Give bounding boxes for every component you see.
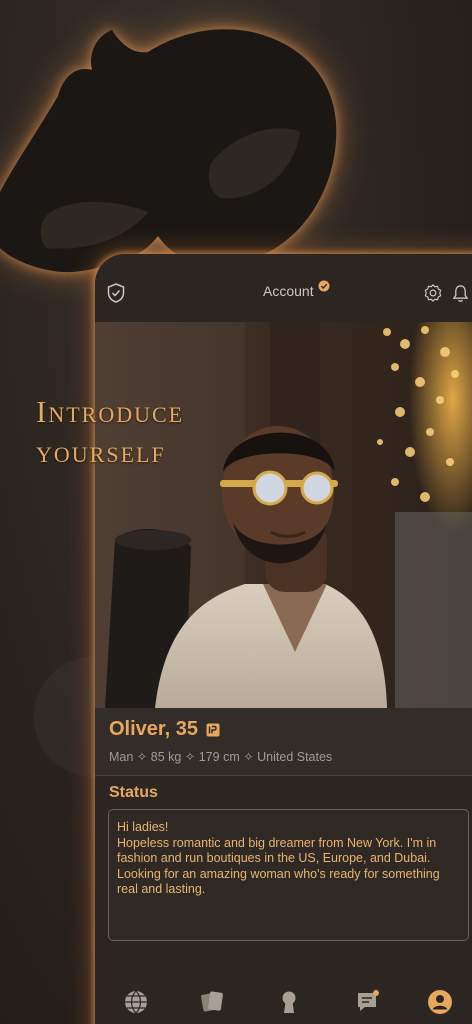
headline: Introduce yourself bbox=[36, 392, 184, 472]
status-heading: Status bbox=[109, 784, 158, 801]
gear-icon[interactable] bbox=[424, 284, 442, 302]
bell-icon[interactable] bbox=[452, 284, 469, 303]
cards-icon[interactable] bbox=[199, 989, 225, 1015]
shield-check-icon[interactable] bbox=[107, 283, 125, 303]
status-greeting: Hi ladies! bbox=[117, 820, 169, 834]
phone-frame: Account Oliver, 35 Man ✧ 85 kg ✧ 179 cm … bbox=[95, 254, 472, 1024]
profile-icon[interactable] bbox=[427, 989, 453, 1015]
divider bbox=[95, 775, 472, 776]
headline-line-1: Introduce bbox=[36, 394, 185, 429]
id-badge-icon bbox=[206, 723, 220, 736]
top-bar: Account bbox=[95, 254, 472, 322]
status-body: Hopeless romantic and big dreamer from N… bbox=[117, 835, 440, 897]
status-textbox[interactable]: Hi ladies! Hopeless romantic and big dre… bbox=[108, 809, 469, 941]
globe-icon[interactable] bbox=[123, 989, 149, 1015]
keyhole-icon[interactable] bbox=[276, 989, 302, 1015]
profile-photo[interactable] bbox=[95, 322, 472, 708]
page-title: Account bbox=[263, 283, 314, 299]
chat-icon[interactable] bbox=[355, 989, 381, 1015]
bottom-nav bbox=[95, 970, 472, 1024]
profile-details: Man ✧ 85 kg ✧ 179 cm ✧ United States bbox=[109, 750, 333, 764]
profile-name: Oliver, 35 bbox=[109, 718, 198, 740]
profile-info: Oliver, 35 Man ✧ 85 kg ✧ 179 cm ✧ United… bbox=[95, 708, 472, 776]
headline-line-2: yourself bbox=[36, 434, 166, 469]
verified-icon bbox=[318, 280, 330, 292]
